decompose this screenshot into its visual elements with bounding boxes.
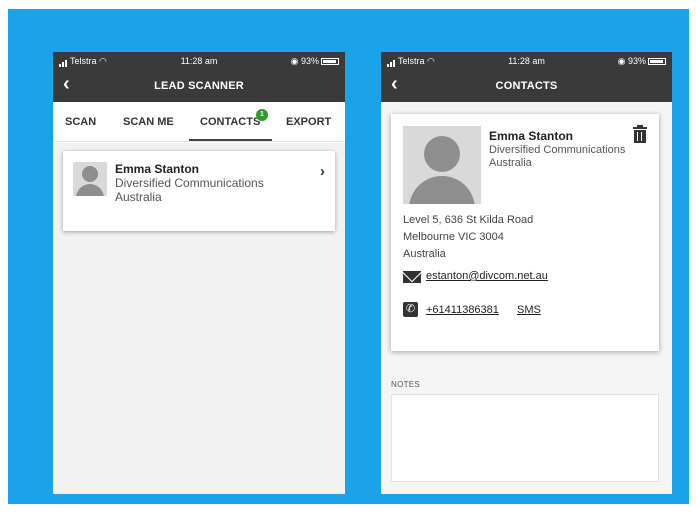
- tab-export[interactable]: EXPORT: [286, 116, 331, 128]
- status-battery: ◉ 93%: [291, 56, 339, 67]
- status-battery: ◉ 93%: [618, 56, 666, 67]
- notes-label: NOTES: [391, 380, 421, 389]
- battery-icon: [648, 58, 666, 66]
- alarm-icon: ◉: [290, 56, 299, 66]
- trash-icon[interactable]: [633, 125, 647, 143]
- contact-name: Emma Stanton: [489, 129, 574, 143]
- list-item[interactable]: Emma Stanton Diversified Communications …: [63, 151, 335, 231]
- phone-icon: ✆: [403, 302, 418, 317]
- contact-detail-screen: Telstra ◠ 11:28 am ◉ 93% ‹ CONTACTS Emma…: [381, 52, 672, 494]
- contact-name: Emma Stanton: [115, 162, 200, 176]
- contacts-list: Emma Stanton Diversified Communications …: [53, 143, 345, 494]
- active-tab-indicator: [189, 139, 272, 141]
- detail-content: Emma Stanton Diversified Communications …: [381, 102, 672, 494]
- header-bar: Telstra ◠ 11:28 am ◉ 93% ‹ CONTACTS: [381, 52, 672, 102]
- contact-company: Diversified Communications Australia: [489, 144, 626, 169]
- notes-input[interactable]: [391, 394, 659, 482]
- tab-scan[interactable]: SCAN: [65, 116, 96, 128]
- page-title: CONTACTS: [495, 80, 558, 92]
- tab-contacts[interactable]: CONTACTS: [200, 116, 260, 128]
- blue-background: Telstra ◠ 11:28 am ◉ 93% ‹ LEAD SCANNER …: [8, 9, 689, 504]
- phone-link[interactable]: +61411386381: [426, 304, 499, 316]
- address-line: Level 5, 636 St Kilda Road: [403, 214, 534, 226]
- sms-link[interactable]: SMS: [517, 304, 541, 316]
- contact-address: Level 5, 636 St Kilda Road Melbourne VIC…: [403, 212, 533, 263]
- header-bar: Telstra ◠ 11:28 am ◉ 93% ‹ LEAD SCANNER: [53, 52, 345, 102]
- avatar: [73, 162, 107, 196]
- alarm-icon: ◉: [617, 56, 626, 66]
- contact-company: Diversified Communications Australia: [115, 176, 264, 204]
- email-link[interactable]: estanton@divcom.net.au: [426, 270, 548, 282]
- address-line: Melbourne VIC 3004: [403, 231, 504, 243]
- tab-bar: SCAN SCAN ME CONTACTS 1 EXPORT: [53, 102, 345, 142]
- mail-icon: [403, 271, 421, 283]
- lead-scanner-screen: Telstra ◠ 11:28 am ◉ 93% ‹ LEAD SCANNER …: [53, 52, 345, 494]
- battery-icon: [321, 58, 339, 66]
- tab-scan-me[interactable]: SCAN ME: [123, 116, 174, 128]
- page-title: LEAD SCANNER: [154, 80, 244, 92]
- chevron-right-icon: ›: [320, 163, 325, 180]
- avatar: [403, 126, 481, 204]
- contacts-count-badge: 1: [256, 109, 268, 121]
- contact-card: Emma Stanton Diversified Communications …: [391, 114, 659, 351]
- address-line: Australia: [403, 248, 446, 260]
